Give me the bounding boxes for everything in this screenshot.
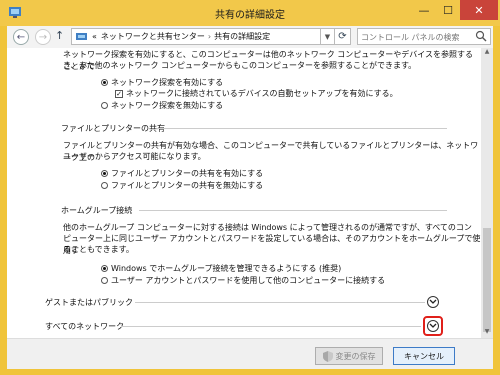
file-sharing-on-radio[interactable]: ファイルとプリンターの共有を有効にする	[101, 168, 263, 179]
back-button[interactable]: ←	[13, 29, 29, 45]
discovery-on-radio[interactable]: ネットワーク探索を有効にする	[101, 77, 223, 88]
file-sharing-on-label: ファイルとプリンターの共有を有効にする	[111, 169, 264, 178]
guest-public-expand-button[interactable]	[427, 296, 439, 308]
window: 共有の詳細設定 — ☐ ✕ ← → ↑ « ネットワークと共有センター › 共有…	[0, 0, 500, 375]
control-panel-icon	[76, 32, 87, 40]
radio-selected-indicator[interactable]	[101, 265, 108, 272]
section-divider	[135, 302, 425, 303]
refresh-button[interactable]: ⟳	[335, 28, 351, 45]
maximize-button[interactable]: ☐	[436, 0, 460, 20]
radio-unselected-indicator[interactable]	[101, 277, 108, 284]
discovery-off-radio[interactable]: ネットワーク探索を無効にする	[101, 100, 223, 111]
address-bar[interactable]: « ネットワークと共有センター › 共有の詳細設定	[71, 28, 321, 45]
cancel-button[interactable]: キャンセル	[393, 347, 455, 365]
chevron-down-icon	[429, 323, 437, 328]
section-divider	[139, 210, 447, 211]
search-box[interactable]	[357, 28, 491, 45]
discovery-off-label: ネットワーク探索を無効にする	[111, 101, 224, 110]
radio-unselected-indicator[interactable]	[101, 182, 108, 189]
auto-setup-checkbox[interactable]: ✓ ネットワークに接続されているデバイスの自動セットアップを有効にする。	[115, 88, 398, 99]
breadcrumb-network-center[interactable]: ネットワークと共有センター	[101, 31, 205, 42]
search-icon[interactable]	[475, 30, 487, 42]
section-divider	[121, 326, 421, 327]
forward-button[interactable]: →	[35, 29, 51, 45]
save-changes-button[interactable]: 変更の保存	[315, 347, 383, 365]
chevron-down-icon	[429, 299, 437, 304]
all-networks-expand-button[interactable]	[427, 320, 439, 332]
breadcrumb-separator: ›	[207, 32, 212, 41]
minimize-button[interactable]: —	[412, 0, 436, 20]
scroll-up-arrow-icon[interactable]: ▲	[481, 48, 493, 58]
uac-shield-icon	[322, 350, 333, 362]
breadcrumb-overflow[interactable]: «	[92, 32, 97, 41]
breadcrumb-advanced-sharing[interactable]: 共有の詳細設定	[214, 31, 270, 42]
radio-unselected-indicator[interactable]	[101, 102, 108, 109]
homegroup-heading: ホームグループ接続	[61, 206, 133, 215]
auto-setup-label: ネットワークに接続されているデバイスの自動セットアップを有効にする。	[126, 89, 398, 98]
search-input[interactable]	[358, 29, 473, 45]
homegroup-windows-label: Windows でホームグループ接続を管理できるようにする (推奨)	[111, 264, 342, 273]
file-sharing-off-radio[interactable]: ファイルとプリンターの共有を無効にする	[101, 180, 263, 191]
title-bar: 共有の詳細設定 — ☐ ✕	[0, 0, 500, 26]
close-button[interactable]: ✕	[460, 0, 498, 20]
homegroup-windows-radio[interactable]: Windows でホームグループ接続を管理できるようにする (推奨)	[101, 263, 341, 274]
file-sharing-off-label: ファイルとプリンターの共有を無効にする	[111, 181, 264, 190]
discovery-on-label: ネットワーク探索を有効にする	[111, 78, 224, 87]
cancel-label: キャンセル	[404, 351, 444, 361]
homegroup-account-label: ユーザー アカウントとパスワードを使用して他のコンピューターに接続する	[111, 276, 386, 285]
navigation-bar: ← → ↑ « ネットワークと共有センター › 共有の詳細設定 ▼ ⟳	[7, 26, 493, 48]
button-bar: 変更の保存 キャンセル	[7, 338, 493, 369]
all-networks-heading[interactable]: すべてのネットワーク	[45, 321, 124, 332]
checkbox-checked-indicator[interactable]: ✓	[115, 89, 123, 98]
save-changes-label: 変更の保存	[335, 351, 376, 361]
scroll-down-arrow-icon[interactable]: ▼	[481, 328, 493, 338]
guest-public-heading[interactable]: ゲストまたはパブリック	[45, 297, 133, 308]
section-divider	[157, 128, 447, 129]
up-arrow-icon[interactable]: ↑	[55, 29, 64, 42]
vertical-scrollbar[interactable]: ▲ ▼	[481, 48, 493, 338]
discovery-description-line2: き、また他のネットワーク コンピューターからもこのコンピューターを参照することが…	[63, 61, 417, 70]
settings-content: ネットワーク探索を有効にすると、このコンピューターは他のネットワーク コンピュー…	[7, 48, 481, 338]
scrollbar-thumb[interactable]	[483, 228, 491, 332]
address-dropdown-button[interactable]: ▼	[321, 28, 335, 45]
file-sharing-heading: ファイルとプリンターの共有	[61, 124, 165, 133]
homegroup-account-radio[interactable]: ユーザー アカウントとパスワードを使用して他のコンピューターに接続する	[101, 275, 385, 286]
file-sharing-description-line2: ユーザーからアクセス可能になります。	[63, 152, 206, 161]
radio-selected-indicator[interactable]	[101, 170, 108, 177]
radio-selected-indicator[interactable]	[101, 79, 108, 86]
homegroup-description-line3: ることもできます。	[63, 245, 134, 254]
